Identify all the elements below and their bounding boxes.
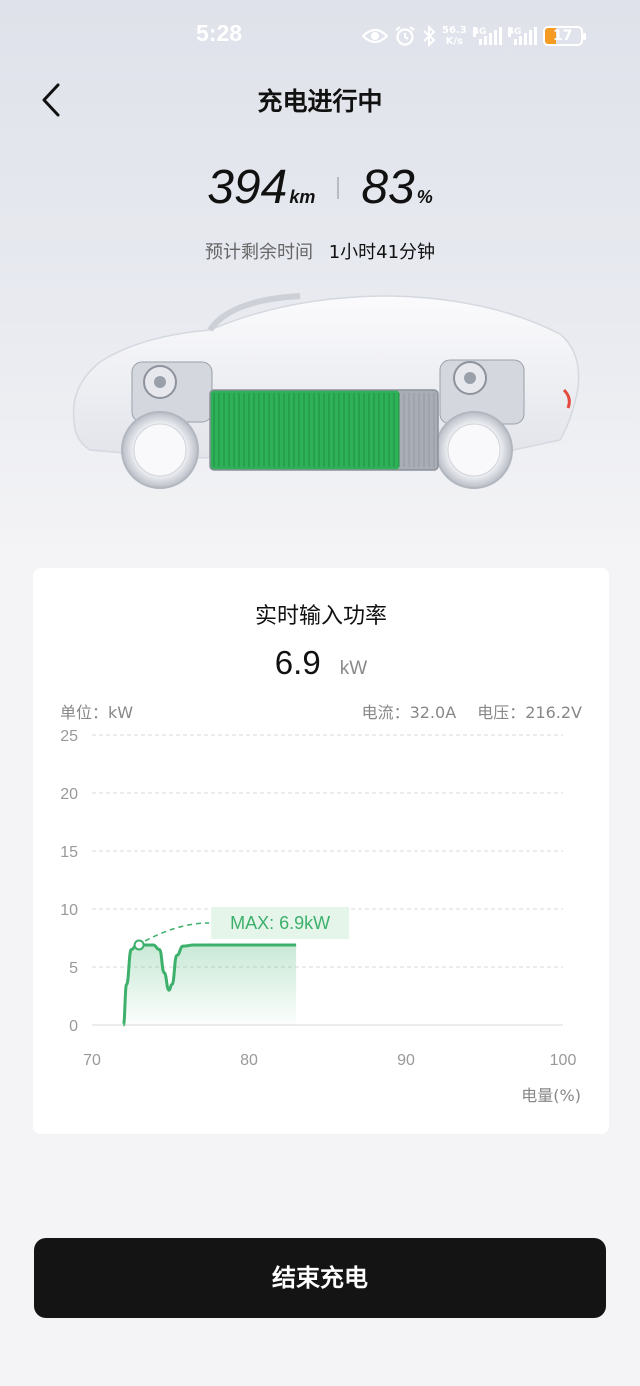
y-tick-label: 5 xyxy=(69,960,78,977)
power-card-title: 实时输入功率 xyxy=(254,604,387,629)
y-tick-label: 15 xyxy=(60,844,78,861)
x-tick-label: 80 xyxy=(240,1052,258,1069)
y-tick-label: 20 xyxy=(60,786,78,803)
power-unit: kW xyxy=(339,658,368,679)
signal-1: 4G xyxy=(472,27,502,45)
eye-icon xyxy=(362,28,388,44)
signal-2-label: 4G xyxy=(507,27,522,37)
max-label: MAX: 6.9kW xyxy=(230,913,330,933)
x-tick-label: 70 xyxy=(83,1052,101,1069)
battery-indicator: 17 xyxy=(542,26,586,46)
x-tick-label: 100 xyxy=(550,1052,577,1069)
battery-level: 17 xyxy=(552,28,573,44)
range-unit: km xyxy=(289,187,316,207)
network-speed-value: 56.3 xyxy=(442,25,467,36)
network-speed-unit: K/s xyxy=(445,36,464,47)
y-tick-label: 10 xyxy=(60,902,78,919)
car-battery-illustration xyxy=(72,293,580,489)
signal-1-label: 4G xyxy=(472,27,487,37)
status-bar: 5:28 56.3 K/s 4G 4G 17 xyxy=(0,0,640,72)
summary-divider xyxy=(337,176,340,199)
page-title: 充电进行中 xyxy=(257,87,383,116)
status-time: 5:28 xyxy=(196,20,243,46)
soc-value: 83 xyxy=(361,161,415,214)
y-tick-label: 0 xyxy=(69,1018,78,1035)
alarm-icon xyxy=(395,26,415,46)
max-point-marker xyxy=(133,939,145,951)
status-icons: 56.3 K/s 4G 4G 17 xyxy=(362,22,586,50)
remaining-time-value: 1小时41分钟 xyxy=(328,242,436,263)
end-charging-button[interactable]: 结束充电 xyxy=(34,1238,606,1318)
soc-unit: % xyxy=(416,187,433,207)
power-readout: 6.9 kW xyxy=(33,644,609,682)
range-value: 394 xyxy=(207,161,288,214)
power-value: 6.9 xyxy=(274,644,321,681)
series-area xyxy=(123,943,297,1025)
power-card: 实时输入功率 6.9 kW 单位：kW 电流：32.0A 电压：216.2V 0… xyxy=(33,568,609,1134)
y-tick-label: 25 xyxy=(60,728,78,745)
signal-2: 4G xyxy=(507,27,537,45)
battery-pack xyxy=(209,389,439,471)
chart-x-axis-title: 电量(%) xyxy=(521,1086,581,1105)
power-chart: 0 5 10 15 20 25 70 80 90 100 MAX: 6.9kW xyxy=(60,728,577,1069)
bluetooth-icon xyxy=(423,25,436,47)
max-leader-line xyxy=(144,922,210,942)
remaining-time: 预计剩余时间 1小时41分钟 xyxy=(0,238,640,264)
x-tick-label: 90 xyxy=(397,1052,415,1069)
network-speed: 56.3 K/s xyxy=(442,25,467,47)
charge-summary: 394 km 83 % xyxy=(0,160,640,215)
remaining-time-label: 预计剩余时间 xyxy=(204,242,313,263)
